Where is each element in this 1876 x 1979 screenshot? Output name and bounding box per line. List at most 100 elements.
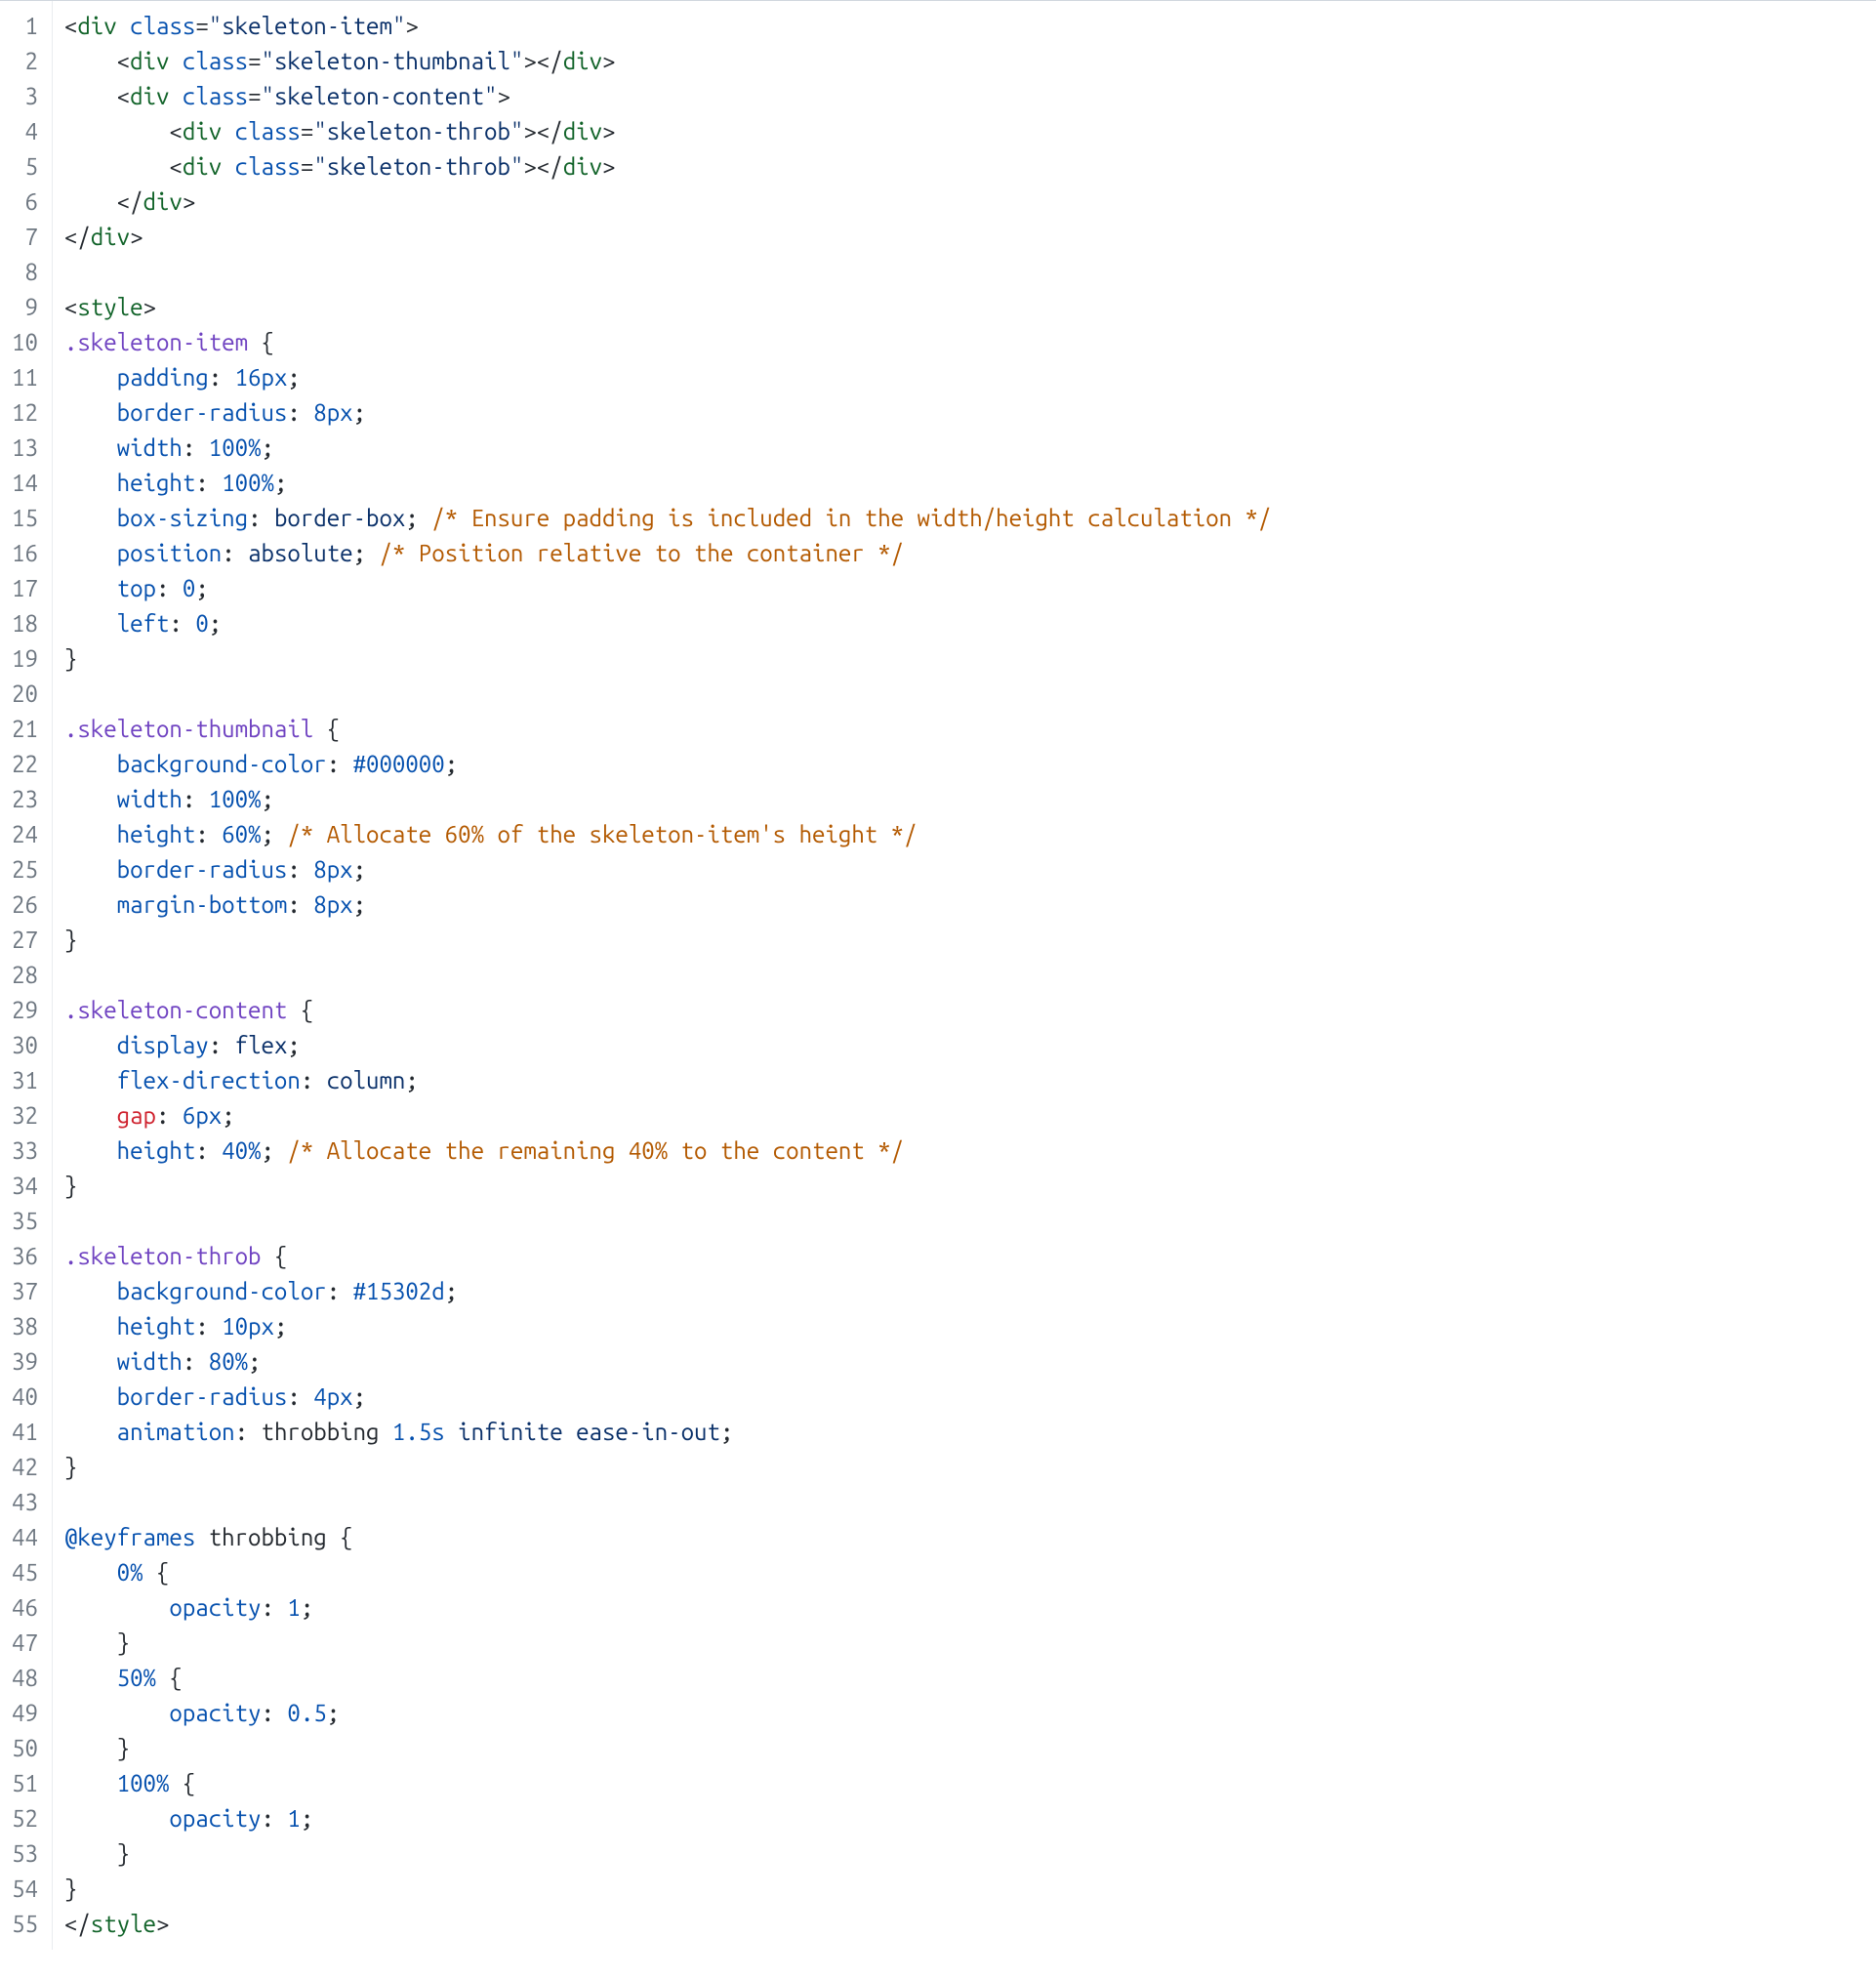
code-line[interactable]: width: 100%; [64, 431, 1864, 466]
code-line[interactable]: </div> [64, 185, 1864, 220]
code-line[interactable]: .skeleton-thumbnail { [64, 712, 1864, 747]
code-line[interactable]: } [64, 1626, 1864, 1661]
code-line[interactable]: top: 0; [64, 571, 1864, 606]
code-line[interactable] [64, 677, 1864, 712]
code-token [169, 83, 182, 109]
line-number: 42 [12, 1450, 38, 1485]
code-line[interactable]: } [64, 1731, 1864, 1766]
code-line[interactable] [64, 1485, 1864, 1520]
code-line[interactable]: <div class="skeleton-throb"></div> [64, 149, 1864, 185]
code-line[interactable]: width: 100%; [64, 782, 1864, 817]
line-number: 22 [12, 747, 38, 782]
code-token: </ [64, 224, 91, 250]
code-token [64, 1840, 117, 1867]
line-number: 15 [12, 501, 38, 536]
code-token: animation [117, 1419, 235, 1445]
code-line[interactable]: <div class="skeleton-thumbnail"></div> [64, 44, 1864, 79]
code-token: height [117, 1137, 196, 1164]
code-token: { [262, 1243, 288, 1269]
code-token: opacity [169, 1594, 261, 1621]
code-line[interactable]: display: flex; [64, 1028, 1864, 1063]
code-line[interactable]: height: 100%; [64, 466, 1864, 501]
code-line[interactable]: margin-bottom: 8px; [64, 887, 1864, 923]
code-line[interactable]: opacity: 1; [64, 1590, 1864, 1626]
code-editor[interactable]: 1234567891011121314151617181920212223242… [0, 0, 1876, 1950]
code-line[interactable]: <style> [64, 290, 1864, 325]
code-content[interactable]: <div class="skeleton-item"> <div class="… [53, 1, 1876, 1950]
code-token: top [117, 575, 156, 601]
code-token: div [563, 118, 602, 144]
code-token: { [169, 1770, 195, 1796]
code-token: .skeleton-item [64, 329, 248, 355]
code-token [64, 470, 117, 496]
code-line[interactable]: animation: throbbing 1.5s infinite ease-… [64, 1415, 1864, 1450]
code-line[interactable]: } [64, 641, 1864, 677]
code-token [64, 610, 117, 637]
code-line[interactable]: <div class="skeleton-content"> [64, 79, 1864, 114]
code-token [64, 505, 117, 531]
code-line[interactable]: left: 0; [64, 606, 1864, 641]
code-line[interactable]: } [64, 1836, 1864, 1872]
code-line[interactable]: flex-direction: column; [64, 1063, 1864, 1098]
code-line[interactable] [64, 1204, 1864, 1239]
code-line[interactable]: 50% { [64, 1661, 1864, 1696]
code-token: : [209, 1032, 235, 1058]
code-token: 100% [209, 434, 262, 461]
code-line[interactable]: height: 10px; [64, 1309, 1864, 1344]
code-line[interactable]: </div> [64, 220, 1864, 255]
code-line[interactable]: <div class="skeleton-item"> [64, 9, 1864, 44]
code-line[interactable]: gap: 6px; [64, 1098, 1864, 1134]
code-token: : [222, 540, 248, 566]
line-number: 23 [12, 782, 38, 817]
code-token: 1 [287, 1594, 300, 1621]
code-line[interactable]: } [64, 1169, 1864, 1204]
code-token: margin-bottom [117, 891, 288, 918]
code-line[interactable]: background-color: #15302d; [64, 1274, 1864, 1309]
code-token: "skeleton-throb" [313, 118, 523, 144]
code-token: div [143, 188, 183, 215]
code-line[interactable]: height: 40%; /* Allocate the remaining 4… [64, 1134, 1864, 1169]
code-line[interactable] [64, 958, 1864, 993]
code-line[interactable]: width: 80%; [64, 1344, 1864, 1380]
code-token [64, 1629, 117, 1656]
code-line[interactable]: height: 60%; /* Allocate 60% of the skel… [64, 817, 1864, 852]
code-line[interactable]: .skeleton-item { [64, 325, 1864, 360]
code-line[interactable]: border-radius: 4px; [64, 1380, 1864, 1415]
code-line[interactable]: .skeleton-content { [64, 993, 1864, 1028]
code-line[interactable]: opacity: 1; [64, 1801, 1864, 1836]
code-line[interactable]: @keyframes throbbing { [64, 1520, 1864, 1555]
code-line[interactable]: 100% { [64, 1766, 1864, 1801]
code-line[interactable]: } [64, 1450, 1864, 1485]
code-line[interactable]: box-sizing: border-box; /* Ensure paddin… [64, 501, 1864, 536]
code-line[interactable]: .skeleton-throb { [64, 1239, 1864, 1274]
code-token [64, 1137, 117, 1164]
code-token: background-color [117, 751, 327, 777]
code-line[interactable] [64, 255, 1864, 290]
code-line[interactable]: } [64, 1872, 1864, 1907]
code-token: < [117, 83, 130, 109]
code-token: { [143, 1559, 170, 1586]
code-token [169, 48, 182, 74]
line-number: 40 [12, 1380, 38, 1415]
line-number: 39 [12, 1344, 38, 1380]
code-token: < [169, 153, 182, 180]
code-line[interactable]: position: absolute; /* Position relative… [64, 536, 1864, 571]
code-line[interactable]: <div class="skeleton-throb"></div> [64, 114, 1864, 149]
code-line[interactable]: </style> [64, 1907, 1864, 1942]
code-token: @keyframes [64, 1524, 195, 1550]
code-line[interactable]: } [64, 923, 1864, 958]
code-line[interactable]: border-radius: 8px; [64, 852, 1864, 887]
code-token: : [195, 470, 222, 496]
code-line[interactable]: background-color: #000000; [64, 747, 1864, 782]
line-number: 11 [12, 360, 38, 395]
code-token: style [91, 1911, 156, 1937]
line-number: 41 [12, 1415, 38, 1450]
code-token: } [117, 1629, 130, 1656]
code-line[interactable]: 0% { [64, 1555, 1864, 1590]
code-line[interactable]: opacity: 0.5; [64, 1696, 1864, 1731]
line-number: 36 [12, 1239, 38, 1274]
code-token: class [130, 13, 195, 39]
code-line[interactable]: border-radius: 8px; [64, 395, 1864, 431]
code-token [64, 399, 117, 426]
code-line[interactable]: padding: 16px; [64, 360, 1864, 395]
